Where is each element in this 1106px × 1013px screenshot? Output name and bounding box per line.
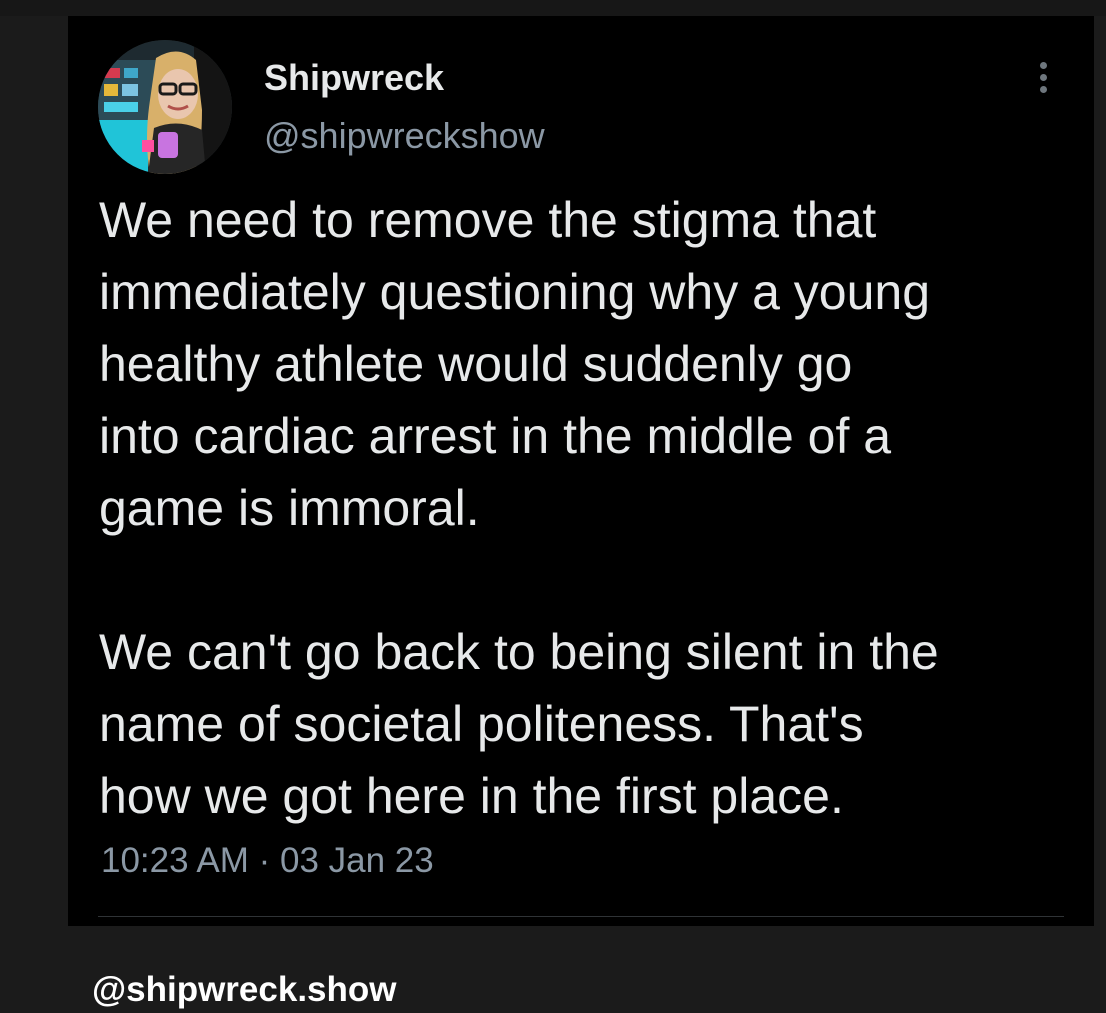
more-vertical-icon	[1040, 62, 1047, 69]
top-shade	[0, 0, 1106, 16]
watermark-handle: @shipwreck.show	[92, 970, 397, 1009]
divider	[98, 916, 1064, 917]
tweet-text: We need to remove the stigma that immedi…	[99, 184, 1089, 832]
tweet-card: Shipwreck @shipwreckshow We need to remo…	[68, 16, 1094, 926]
tweet-timestamp[interactable]: 10:23 AM · 03 Jan 23	[101, 840, 434, 882]
tweet-paragraph: We need to remove the stigma that immedi…	[99, 192, 931, 536]
more-vertical-icon-dot	[1040, 74, 1047, 81]
more-vertical-icon-dot	[1040, 86, 1047, 93]
tweet-paragraph: We can't go back to being silent in the …	[99, 624, 939, 824]
screenshot-page: Shipwreck @shipwreckshow We need to remo…	[0, 0, 1106, 1013]
author-display-name[interactable]: Shipwreck	[264, 56, 444, 100]
more-options-button[interactable]	[1030, 60, 1056, 96]
author-handle[interactable]: @shipwreckshow	[264, 114, 545, 158]
avatar[interactable]	[98, 40, 232, 174]
avatar-photo	[98, 40, 232, 174]
